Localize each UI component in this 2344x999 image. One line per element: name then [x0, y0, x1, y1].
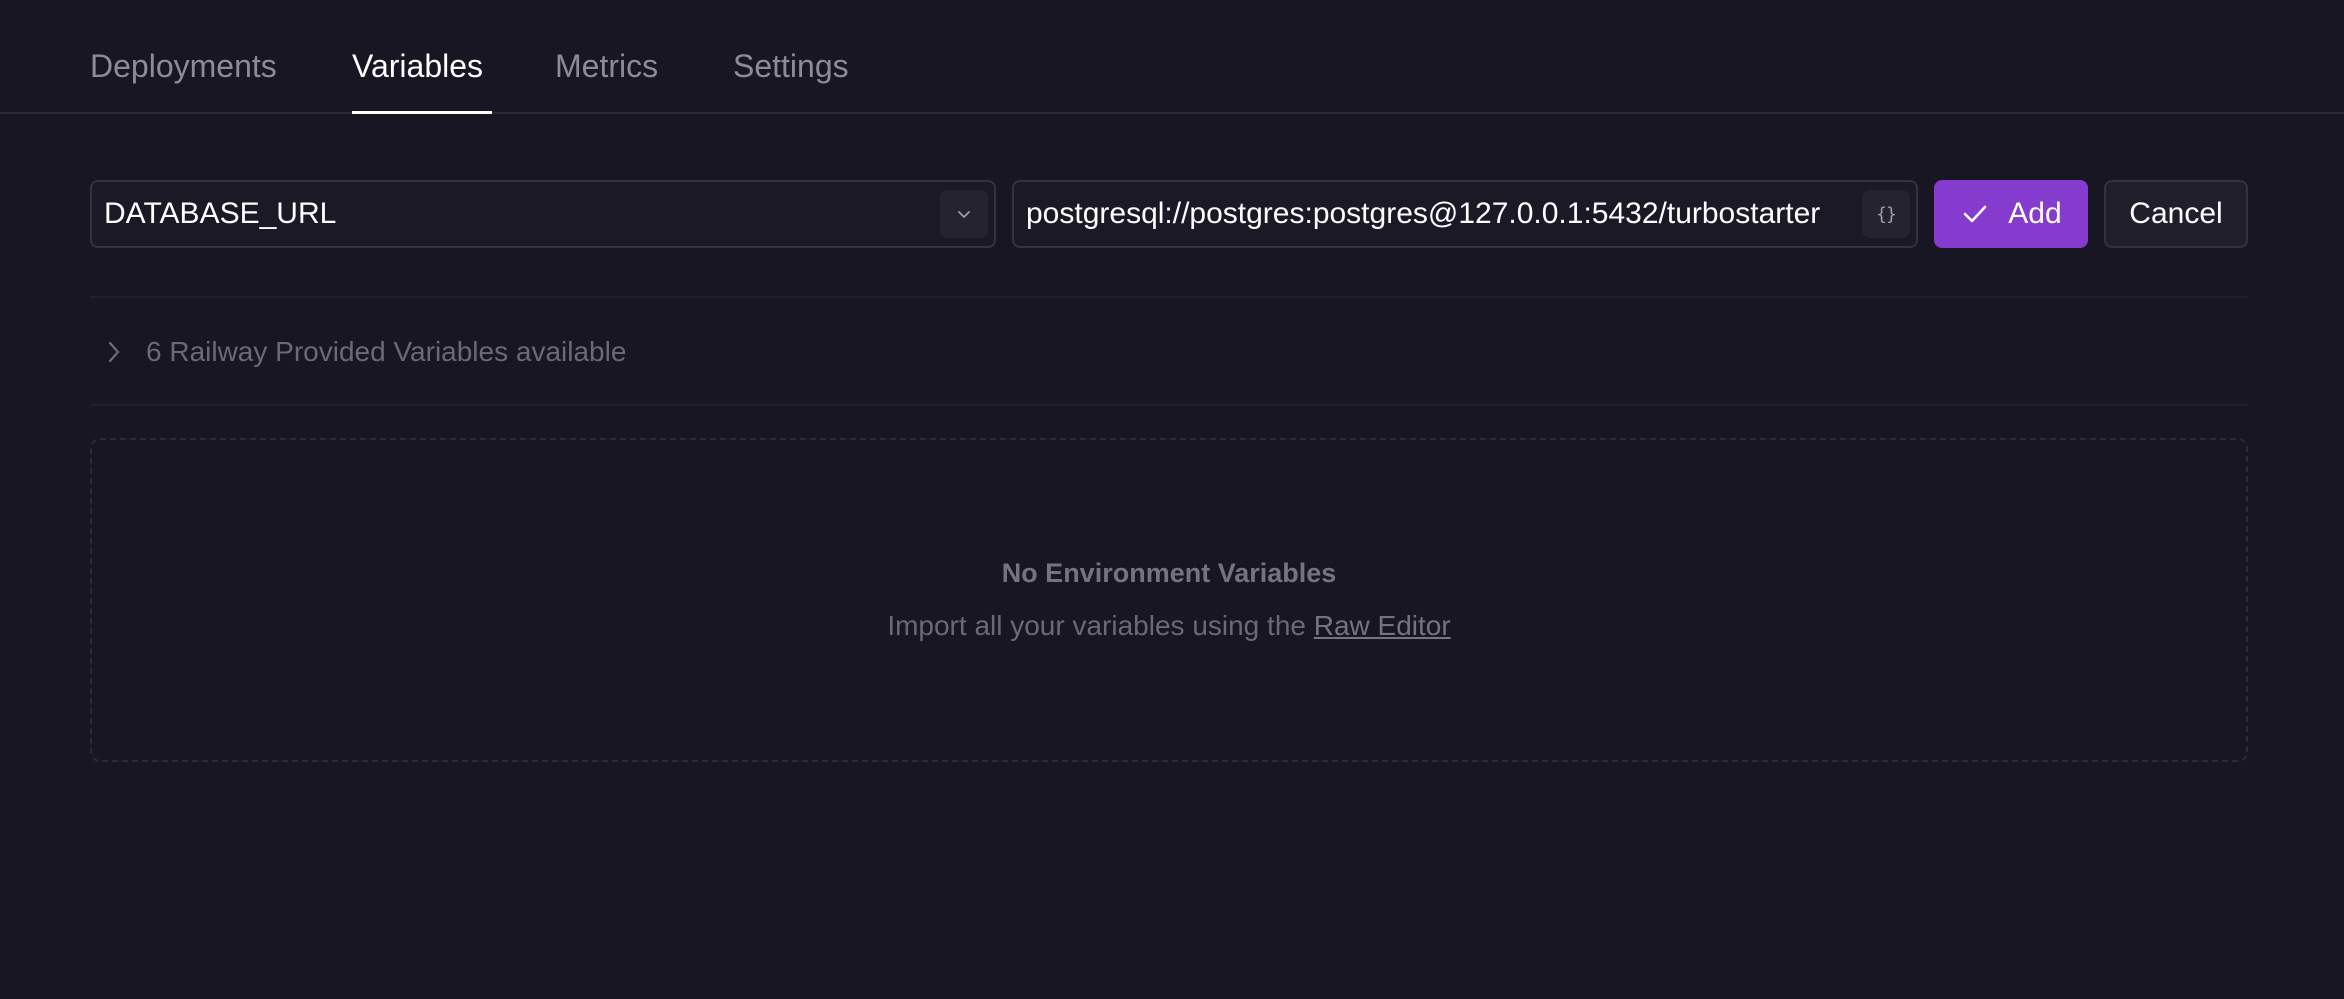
provided-variables-toggle[interactable]: 6 Railway Provided Variables available [90, 300, 2248, 404]
variable-value-field[interactable]: {} [1012, 180, 1918, 248]
variable-name-input[interactable] [104, 182, 924, 246]
variable-name-combobox[interactable] [90, 180, 996, 248]
empty-state-title: No Environment Variables [1001, 558, 1337, 588]
variable-name-dropdown-button[interactable] [940, 190, 988, 238]
variables-page: Deployments Variables Metrics Settings {… [0, 0, 2344, 999]
tab-deployments[interactable]: Deployments [90, 46, 277, 86]
add-button[interactable]: Add [1934, 180, 2088, 248]
divider-top [90, 296, 2248, 298]
empty-state-subtitle: Import all your variables using the Raw … [92, 610, 2246, 642]
empty-state-subtitle-text: Import all your variables using the [887, 610, 1314, 641]
active-tab-indicator [352, 111, 492, 114]
empty-state: No Environment Variables Import all your… [90, 438, 2248, 762]
tab-metrics[interactable]: Metrics [555, 46, 658, 86]
provided-variables-label: 6 Railway Provided Variables available [146, 336, 627, 367]
braces-icon: {} [1876, 203, 1897, 225]
chevron-down-icon [958, 211, 970, 218]
cancel-button-label: Cancel [2129, 197, 2223, 230]
check-icon [1963, 205, 1987, 223]
chevron-right-icon [94, 332, 134, 372]
service-tabs: Deployments Variables Metrics Settings [0, 0, 2344, 114]
variable-value-input[interactable] [1026, 182, 1846, 246]
cancel-button[interactable]: Cancel [2104, 180, 2248, 248]
tab-settings[interactable]: Settings [733, 46, 849, 86]
add-button-label: Add [2008, 197, 2062, 230]
reference-variable-button[interactable]: {} [1862, 190, 1910, 238]
raw-editor-link[interactable]: Raw Editor [1314, 610, 1451, 641]
divider-bottom [90, 404, 2248, 406]
tab-variables[interactable]: Variables [352, 46, 483, 86]
